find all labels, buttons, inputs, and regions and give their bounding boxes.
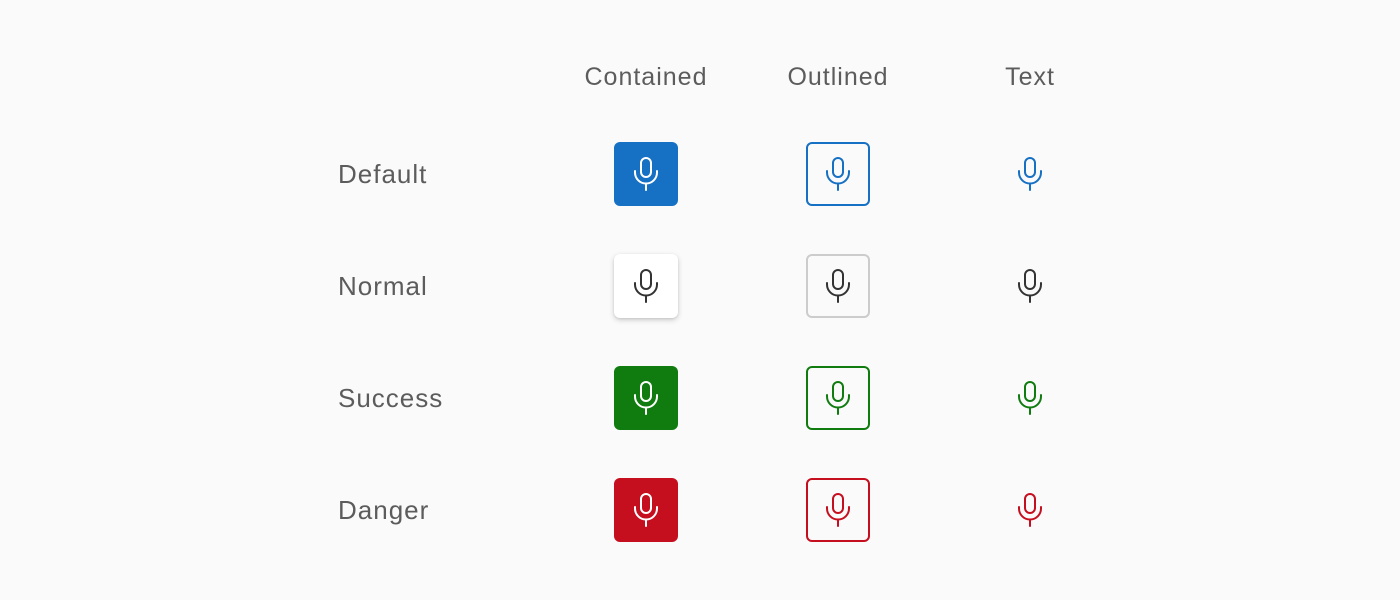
column-header-contained: Contained bbox=[584, 63, 708, 91]
success-text-button[interactable] bbox=[998, 366, 1062, 430]
default-outlined-button[interactable] bbox=[806, 142, 870, 206]
microphone-icon bbox=[631, 493, 661, 527]
normal-outlined-button[interactable] bbox=[806, 254, 870, 318]
button-style-matrix: Contained Outlined Text Default Normal S… bbox=[0, 0, 1400, 600]
microphone-icon bbox=[1015, 381, 1045, 415]
success-contained-button[interactable] bbox=[614, 366, 678, 430]
normal-text-button[interactable] bbox=[998, 254, 1062, 318]
normal-contained-button[interactable] bbox=[614, 254, 678, 318]
danger-outlined-button[interactable] bbox=[806, 478, 870, 542]
column-header-text: Text bbox=[1005, 63, 1055, 91]
microphone-icon bbox=[823, 157, 853, 191]
microphone-icon bbox=[631, 157, 661, 191]
default-text-button[interactable] bbox=[998, 142, 1062, 206]
microphone-icon bbox=[1015, 269, 1045, 303]
microphone-icon bbox=[823, 493, 853, 527]
column-header-outlined: Outlined bbox=[787, 63, 889, 91]
danger-contained-button[interactable] bbox=[614, 478, 678, 542]
microphone-icon bbox=[631, 381, 661, 415]
danger-text-button[interactable] bbox=[998, 478, 1062, 542]
row-label-normal: Normal bbox=[338, 271, 428, 301]
microphone-icon bbox=[823, 269, 853, 303]
success-outlined-button[interactable] bbox=[806, 366, 870, 430]
default-contained-button[interactable] bbox=[614, 142, 678, 206]
row-label-default: Default bbox=[338, 159, 428, 189]
microphone-icon bbox=[631, 269, 661, 303]
row-label-success: Success bbox=[338, 383, 444, 413]
microphone-icon bbox=[823, 381, 853, 415]
microphone-icon bbox=[1015, 493, 1045, 527]
microphone-icon bbox=[1015, 157, 1045, 191]
row-label-danger: Danger bbox=[338, 495, 430, 525]
